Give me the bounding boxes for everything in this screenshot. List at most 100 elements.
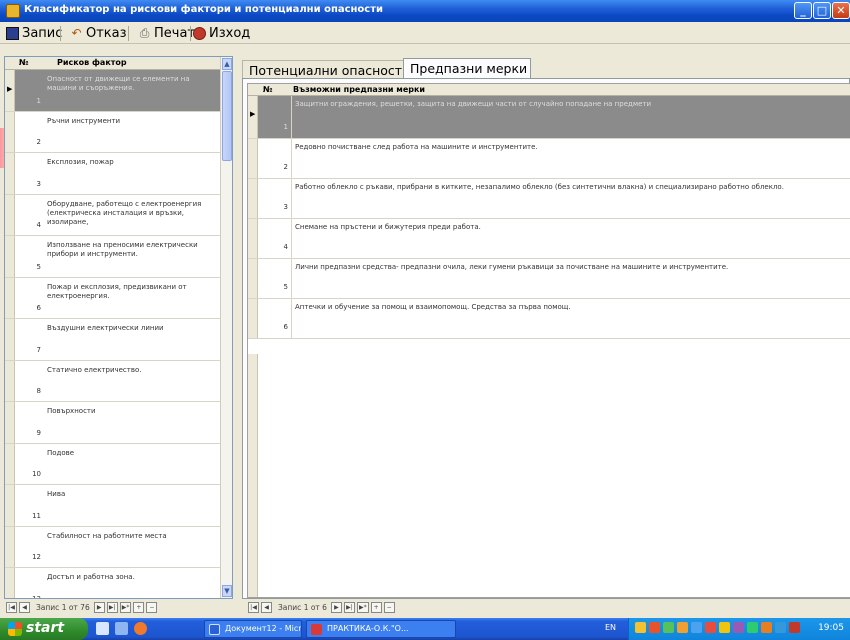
- column-header-factor[interactable]: Рисков фактор: [57, 58, 127, 67]
- row-text: Експлозия, пожар: [47, 158, 114, 166]
- table-row[interactable]: 4 Снемане на пръстени и бижутерия преди …: [248, 219, 850, 259]
- last-record-icon[interactable]: ▶|: [343, 601, 355, 613]
- browser-icon[interactable]: [134, 622, 147, 635]
- floppy-disk-icon: [6, 27, 19, 40]
- quick-launch-icon[interactable]: [115, 622, 128, 635]
- table-row[interactable]: 13 Достъп и работна зона.: [5, 568, 221, 598]
- tray-icon[interactable]: [663, 622, 674, 633]
- row-selector[interactable]: [5, 277, 15, 318]
- save-button[interactable]: Запис: [6, 25, 62, 42]
- minimize-button[interactable]: _: [794, 2, 812, 19]
- row-text: Стабилност на работните места: [47, 531, 167, 540]
- next-record-icon[interactable]: ▶: [330, 601, 342, 613]
- vertical-scrollbar[interactable]: ▲ ▼: [220, 57, 232, 598]
- row-number: 4: [283, 243, 288, 251]
- table-row[interactable]: 9 Повърхности: [5, 402, 221, 444]
- first-record-icon[interactable]: |◀: [248, 601, 259, 613]
- row-selector[interactable]: [248, 299, 258, 338]
- row-selector[interactable]: [5, 360, 15, 401]
- clock[interactable]: 19:05: [818, 623, 844, 633]
- table-row[interactable]: 5 Използване на преносими електрически п…: [5, 236, 221, 278]
- row-selector[interactable]: [5, 568, 15, 598]
- tray-icon[interactable]: [775, 622, 786, 633]
- first-record-icon[interactable]: |◀: [6, 601, 17, 613]
- table-row[interactable]: 2 Редовно почистване след работа на маши…: [248, 139, 850, 179]
- cancel-button[interactable]: ↶ Отказ: [70, 25, 126, 42]
- scroll-up-icon[interactable]: ▲: [222, 58, 232, 70]
- next-record-icon[interactable]: ▶: [93, 601, 105, 613]
- row-selector[interactable]: [248, 219, 258, 258]
- row-selector[interactable]: [5, 319, 15, 360]
- add-record-icon[interactable]: +: [370, 601, 382, 613]
- column-header-num[interactable]: №: [19, 58, 29, 67]
- tray-icon[interactable]: [705, 622, 716, 633]
- table-row[interactable]: 3 Работно облекло с ръкави, прибрани в к…: [248, 179, 850, 219]
- print-button[interactable]: ⎙ Печат: [138, 25, 195, 42]
- row-selector[interactable]: [5, 111, 15, 152]
- tray-icon[interactable]: [719, 622, 730, 633]
- tray-icon[interactable]: [691, 622, 702, 633]
- table-row[interactable]: 6 Аптечки и обучение за помощ и взаимопо…: [248, 299, 850, 339]
- start-button[interactable]: start: [0, 618, 88, 640]
- delete-record-icon[interactable]: −: [383, 601, 395, 613]
- add-record-icon[interactable]: +: [133, 601, 145, 613]
- last-record-icon[interactable]: ▶|: [106, 601, 118, 613]
- table-row[interactable]: 5 Лични предпазни средства- предпазни оч…: [248, 259, 850, 299]
- tray-icon[interactable]: [635, 622, 646, 633]
- table-row[interactable]: 4 Оборудване, работещо с електроенергия …: [5, 194, 221, 236]
- protective-measures-grid[interactable]: № Възможни предпазни мерки ▶ 1 Защитни о…: [247, 83, 850, 598]
- language-indicator[interactable]: EN: [605, 623, 616, 632]
- tray-icon[interactable]: [649, 622, 660, 633]
- taskbar-item-app[interactable]: ПРАКТИКА-О.К."О...: [306, 620, 456, 638]
- row-selector[interactable]: [248, 139, 258, 178]
- row-selector[interactable]: [248, 179, 258, 218]
- table-row[interactable]: 10 Подове: [5, 443, 221, 485]
- tray-icon[interactable]: [761, 622, 772, 633]
- row-selector[interactable]: [5, 485, 15, 526]
- row-selector[interactable]: [5, 153, 15, 194]
- tray-icon[interactable]: [747, 622, 758, 633]
- tray-icon[interactable]: [677, 622, 688, 633]
- scroll-down-icon[interactable]: ▼: [222, 585, 232, 597]
- tab-protective-measures[interactable]: Предпазни мерки: [403, 58, 531, 78]
- table-row[interactable]: ▶ 1 Защитни ограждения, решетки, защита …: [248, 96, 850, 139]
- taskbar-item-word[interactable]: Документ12 - Micros...: [204, 620, 302, 638]
- delete-record-icon[interactable]: −: [146, 601, 158, 613]
- risk-factor-grid[interactable]: № Рисков фактор ▶ 1 Опасност от движещи …: [4, 56, 233, 599]
- table-row[interactable]: 3 Експлозия, пожар: [5, 153, 221, 195]
- row-selector[interactable]: ▶: [5, 70, 15, 111]
- previous-record-icon[interactable]: ◀: [261, 601, 272, 613]
- table-row[interactable]: 12 Стабилност на работните места: [5, 526, 221, 568]
- table-row[interactable]: 8 Статично електричество.: [5, 360, 221, 402]
- row-selector[interactable]: [5, 402, 15, 443]
- toolbar: Запис ↶ Отказ ⎙ Печат Изход: [0, 22, 850, 44]
- tray-icon[interactable]: [733, 622, 744, 633]
- row-selector[interactable]: [248, 259, 258, 298]
- new-record-icon[interactable]: ▶*: [356, 601, 369, 613]
- tab-potential-hazards[interactable]: Потенциални опасности: [242, 60, 410, 78]
- row-number: 7: [36, 345, 41, 354]
- maximize-button[interactable]: □: [813, 2, 831, 19]
- row-number: 2: [283, 163, 288, 171]
- row-selector[interactable]: [5, 194, 15, 235]
- previous-record-icon[interactable]: ◀: [19, 601, 30, 613]
- column-header-measure[interactable]: Възможни предпазни мерки: [293, 85, 425, 94]
- table-row[interactable]: 11 Нива: [5, 485, 221, 527]
- table-row[interactable]: 7 Въздушни електрически линии: [5, 319, 221, 361]
- row-selector[interactable]: [5, 526, 15, 567]
- tab-panel: № Възможни предпазни мерки ▶ 1 Защитни о…: [242, 78, 850, 599]
- exit-button[interactable]: Изход: [193, 25, 250, 42]
- table-row[interactable]: 6 Пожар и експлозия, предизвикани от еле…: [5, 277, 221, 319]
- row-selector[interactable]: ▶: [248, 96, 258, 138]
- table-row[interactable]: 2 Ръчни инструменти: [5, 111, 221, 153]
- new-record-icon[interactable]: ▶*: [119, 601, 132, 613]
- quick-launch-icon[interactable]: [96, 622, 109, 635]
- close-button[interactable]: ✕: [832, 2, 850, 19]
- toolbar-separator: [60, 26, 61, 41]
- scrollbar-thumb[interactable]: [222, 71, 232, 161]
- row-selector[interactable]: [5, 236, 15, 277]
- tray-icon[interactable]: [789, 622, 800, 633]
- row-selector[interactable]: [5, 443, 15, 484]
- table-row[interactable]: ▶ 1 Опасност от движещи се елементи на м…: [5, 70, 221, 112]
- column-header-num[interactable]: №: [263, 85, 273, 94]
